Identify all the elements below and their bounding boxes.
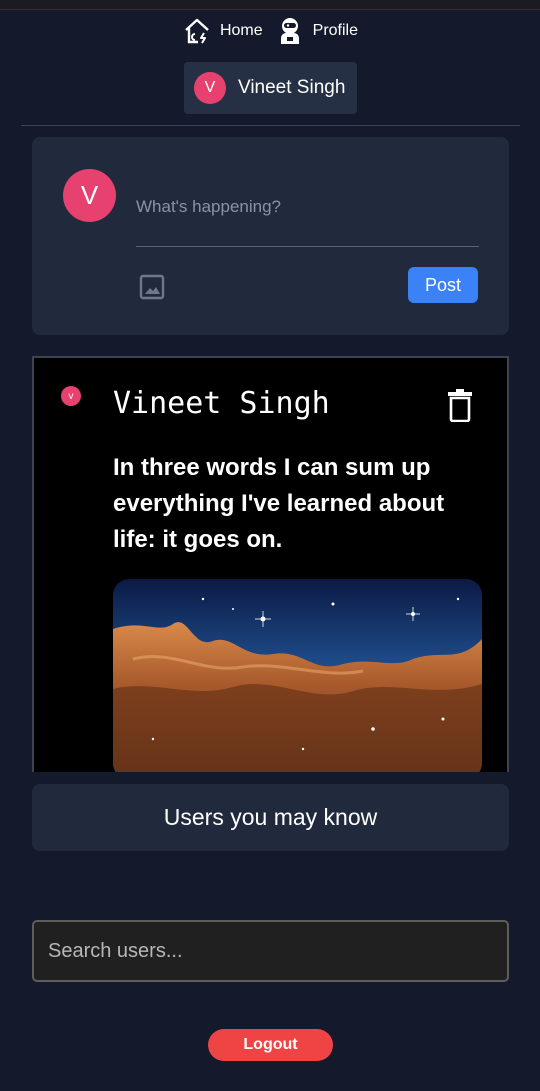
post-text: In three words I can sum up everything I… xyxy=(113,454,445,553)
current-user-avatar: V xyxy=(194,72,226,104)
nav-profile-label: Profile xyxy=(312,22,359,39)
composer-input[interactable] xyxy=(136,167,479,247)
home-icon xyxy=(185,18,209,44)
header-divider xyxy=(21,125,520,126)
nav-home[interactable]: Home xyxy=(182,16,263,46)
top-nav: Home Profile xyxy=(0,14,540,48)
current-user-chip[interactable]: V Vineet Singh xyxy=(184,62,357,114)
composer-avatar: V xyxy=(63,169,116,222)
users-you-may-know: Users you may know xyxy=(32,784,509,851)
nav-home-label: Home xyxy=(219,22,263,39)
post-card: v Vineet Singh In three words I can sum … xyxy=(32,356,509,772)
nav-profile[interactable]: Profile xyxy=(275,16,358,46)
post-image-nebula[interactable] xyxy=(113,579,482,772)
logout-button[interactable]: Logout xyxy=(208,1029,333,1061)
post-author-avatar: v xyxy=(61,386,81,406)
post-button[interactable]: Post xyxy=(408,267,478,303)
astronaut-icon xyxy=(280,18,299,44)
image-icon[interactable] xyxy=(139,274,165,300)
search-users-input[interactable] xyxy=(32,920,509,982)
current-user-name: Vineet Singh xyxy=(238,77,346,98)
post-composer: V Post xyxy=(32,137,509,335)
trash-icon[interactable] xyxy=(447,388,473,422)
post-author-name[interactable]: Vineet Singh xyxy=(113,386,330,421)
browser-top-edge xyxy=(0,0,540,10)
